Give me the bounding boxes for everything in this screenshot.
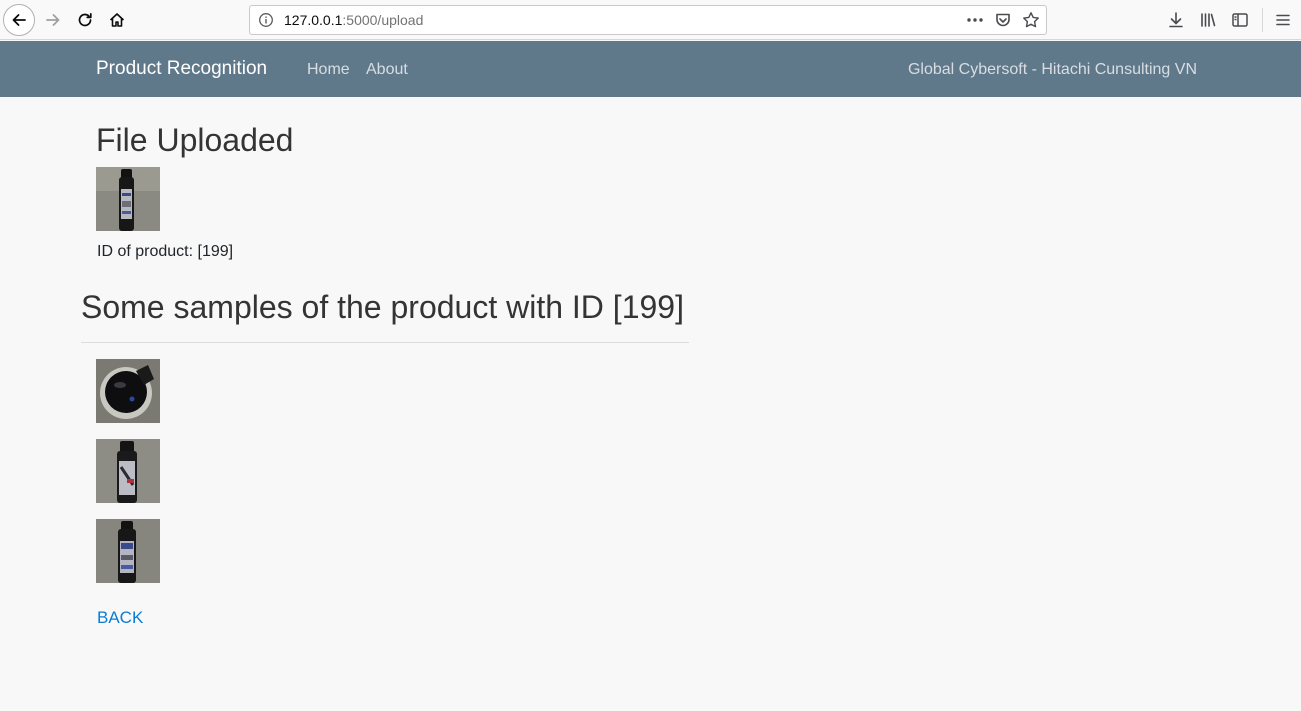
product-top-photo-icon (96, 359, 160, 423)
home-icon (109, 13, 125, 27)
url-actions (964, 9, 1042, 31)
sample-image-2 (96, 439, 160, 503)
home-button[interactable] (101, 4, 133, 36)
sidebar-icon (1232, 13, 1248, 27)
samples-heading: Some samples of the product with ID [199… (81, 289, 684, 325)
sidebar-button[interactable] (1228, 8, 1252, 32)
downloads-button[interactable] (1164, 8, 1188, 32)
info-icon[interactable] (258, 12, 274, 28)
product-side-photo-icon (96, 439, 160, 503)
more-icon (967, 18, 983, 22)
url-bar[interactable]: 127.0.0.1:5000/upload (249, 5, 1047, 35)
product-id-text: ID of product: [199] (97, 243, 234, 260)
hamburger-icon (1276, 14, 1290, 26)
library-button[interactable] (1196, 8, 1220, 32)
nav-link-home[interactable]: Home (307, 60, 350, 79)
arrow-left-icon (12, 14, 26, 26)
star-icon (1023, 12, 1039, 28)
right-toolbar (1156, 8, 1295, 32)
url-path: :5000/upload (342, 12, 424, 28)
forward-button[interactable] (37, 4, 69, 36)
url-host: 127.0.0.1 (284, 12, 343, 28)
product-front-photo-icon (96, 519, 160, 583)
browser-toolbar: 127.0.0.1:5000/upload (0, 0, 1301, 40)
back-button[interactable] (3, 4, 35, 36)
uploaded-image (96, 167, 160, 231)
pocket-icon (996, 13, 1010, 27)
library-icon (1201, 13, 1216, 27)
brand-link[interactable]: Product Recognition (96, 58, 267, 80)
nav-link-about[interactable]: About (366, 60, 408, 79)
site-navbar: Product Recognition Home About Global Cy… (0, 41, 1301, 97)
company-text: Global Cybersoft - Hitachi Cunsulting VN (907, 61, 1197, 78)
arrow-right-icon (46, 14, 60, 26)
url-text[interactable]: 127.0.0.1:5000/upload (284, 12, 423, 29)
product-photo-icon (96, 167, 160, 231)
sample-image-3 (96, 519, 160, 583)
reload-icon (78, 12, 92, 27)
back-link[interactable]: BACK (97, 608, 143, 628)
toolbar-separator (1262, 8, 1263, 32)
reload-button[interactable] (69, 4, 101, 36)
pocket-button[interactable] (992, 9, 1014, 31)
menu-button[interactable] (1271, 8, 1295, 32)
sample-image-1 (96, 359, 160, 423)
divider (81, 342, 689, 343)
download-icon (1169, 12, 1183, 28)
page-title: File Uploaded (96, 122, 294, 158)
bookmark-button[interactable] (1020, 9, 1042, 31)
page-actions-button[interactable] (964, 9, 986, 31)
